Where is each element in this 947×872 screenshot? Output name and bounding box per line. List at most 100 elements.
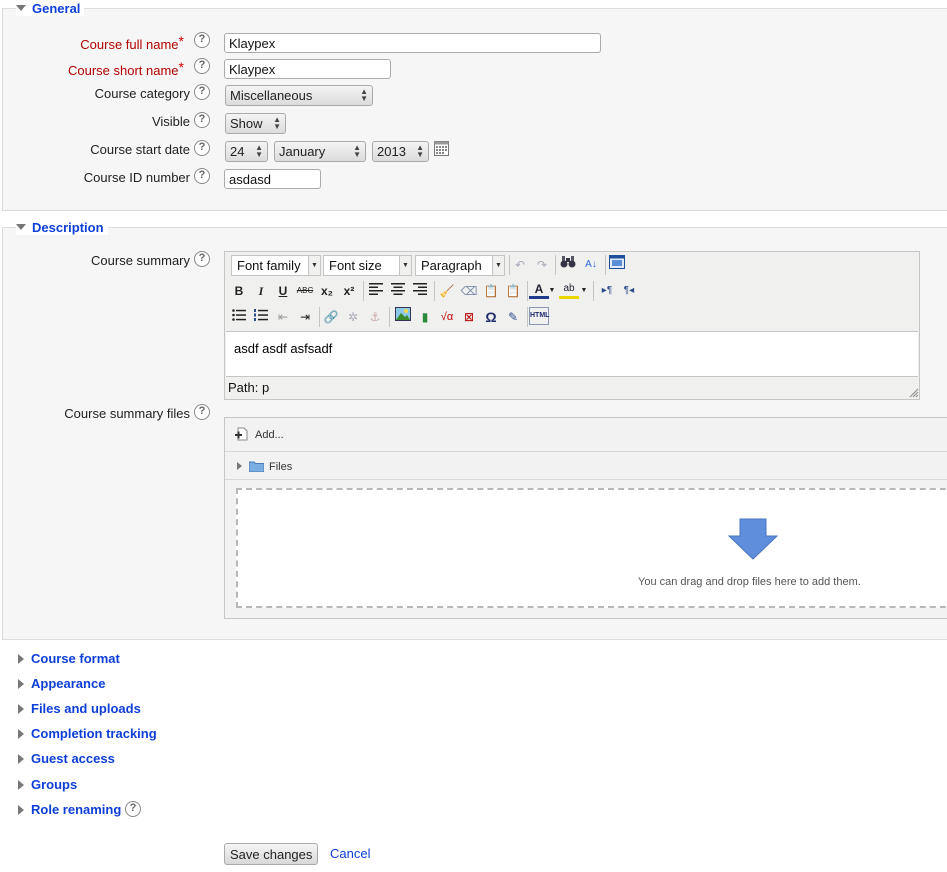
undo-icon[interactable]: ↶: [510, 255, 530, 275]
resize-grip-icon[interactable]: [909, 388, 919, 398]
insert-nolink-icon[interactable]: ⊠: [459, 307, 479, 327]
outdent-icon[interactable]: ⇤: [273, 307, 293, 327]
replace-icon[interactable]: A↓: [581, 255, 601, 275]
anchor-icon[interactable]: ⚓: [365, 307, 385, 327]
help-icon[interactable]: ?: [194, 84, 210, 100]
eraser-icon[interactable]: ⌫: [459, 281, 479, 301]
category-select[interactable]: Miscellaneous ▲ ▼: [225, 85, 373, 106]
toolbar-separator: [434, 281, 435, 301]
help-icon[interactable]: ?: [194, 404, 210, 420]
html-source-button[interactable]: HTML: [529, 307, 549, 325]
startdate-month-value: January: [279, 144, 326, 159]
section-course-format[interactable]: Course format: [31, 651, 120, 666]
idnumber-input[interactable]: [224, 169, 321, 189]
help-icon[interactable]: ?: [194, 251, 210, 267]
align-center-icon[interactable]: [388, 281, 408, 301]
highlight-color-icon[interactable]: ab: [559, 281, 579, 299]
cancel-link[interactable]: Cancel: [330, 846, 370, 861]
startdate-year-select[interactable]: 2013 ▲ ▼: [372, 141, 429, 162]
fullname-label: Course full name*: [80, 33, 184, 52]
align-right-glyph-icon: [413, 283, 427, 295]
help-icon[interactable]: ?: [194, 140, 210, 156]
special-char-icon[interactable]: Ω: [481, 307, 501, 327]
italic-button[interactable]: I: [251, 281, 271, 301]
insert-media-icon[interactable]: ▮: [415, 307, 435, 327]
paste-word-icon[interactable]: 📋: [503, 281, 523, 301]
font-size-dropdown[interactable]: Font size ▼: [323, 255, 412, 276]
redo-icon[interactable]: ↷: [532, 255, 552, 275]
updown-arrow-icon: ▲ ▼: [273, 115, 281, 131]
binoculars-icon: [560, 256, 576, 268]
save-changes-button[interactable]: Save changes: [224, 843, 319, 865]
file-drop-zone[interactable]: You can drag and drop files here to add …: [236, 488, 947, 608]
section-guest-access[interactable]: Guest access: [31, 751, 115, 766]
visible-select[interactable]: Show ▲ ▼: [225, 113, 286, 134]
help-icon[interactable]: ?: [125, 801, 141, 817]
chevron-down-icon: ▼: [308, 256, 320, 275]
general-legend[interactable]: General: [16, 1, 85, 16]
help-icon[interactable]: ?: [194, 168, 210, 184]
idnumber-label: Course ID number: [83, 170, 190, 185]
help-icon[interactable]: ?: [194, 112, 210, 128]
startdate-day-select[interactable]: 24 ▲ ▼: [225, 141, 268, 162]
shortname-input[interactable]: [224, 59, 391, 79]
fullname-input[interactable]: [224, 33, 601, 53]
calendar-icon[interactable]: [434, 140, 449, 156]
section-files-and-uploads[interactable]: Files and uploads: [31, 701, 141, 716]
insert-equation-icon[interactable]: √α: [437, 307, 457, 327]
bullet-list-icon[interactable]: [229, 307, 249, 327]
updown-arrow-icon: ▲ ▼: [353, 143, 361, 159]
section-completion-tracking[interactable]: Completion tracking: [31, 726, 157, 741]
unlink-icon[interactable]: ✲: [343, 307, 363, 327]
font-family-dropdown[interactable]: Font family ▼: [231, 255, 321, 276]
updown-arrow-icon: ▲ ▼: [416, 143, 424, 159]
section-groups[interactable]: Groups: [31, 777, 77, 792]
chevron-down-icon: ▼: [492, 256, 504, 275]
category-select-value: Miscellaneous: [230, 88, 313, 103]
editor-content-area[interactable]: asdf asdf asfsadf: [226, 331, 918, 377]
rtl-icon[interactable]: ¶◂: [619, 281, 639, 301]
description-legend[interactable]: Description: [16, 220, 108, 235]
indent-icon[interactable]: ⇥: [295, 307, 315, 327]
link-icon[interactable]: 🔗: [321, 307, 341, 327]
align-right-icon[interactable]: [410, 281, 430, 301]
ltr-icon[interactable]: ▸¶: [597, 281, 617, 301]
collapse-down-icon: [16, 224, 26, 230]
shortname-label: Course short name*: [68, 59, 184, 78]
add-file-button[interactable]: Add...: [235, 427, 284, 441]
section-role-renaming[interactable]: Role renaming: [31, 802, 121, 817]
text-color-icon[interactable]: A: [529, 281, 549, 299]
help-icon[interactable]: ?: [194, 58, 210, 74]
clean-up-icon[interactable]: 🧹: [437, 281, 457, 301]
chevron-down-icon[interactable]: ▼: [547, 281, 557, 301]
files-folder-node[interactable]: Files: [237, 460, 292, 473]
spellcheck-icon[interactable]: ✎: [503, 307, 523, 327]
startdate-month-select[interactable]: January ▲ ▼: [274, 141, 366, 162]
align-left-glyph-icon: [369, 283, 383, 295]
fullscreen-icon[interactable]: [607, 255, 627, 275]
paste-text-icon[interactable]: 📋: [481, 281, 501, 301]
expand-right-icon: [18, 654, 24, 664]
drop-arrow-icon: [728, 518, 778, 560]
paragraph-dropdown[interactable]: Paragraph ▼: [415, 255, 505, 276]
subscript-button[interactable]: x₂: [317, 281, 337, 301]
align-left-icon[interactable]: [366, 281, 386, 301]
find-icon[interactable]: [558, 255, 578, 275]
paragraph-dropdown-label: Paragraph: [421, 258, 482, 273]
numbers-glyph-icon: [254, 309, 268, 321]
insert-image-icon[interactable]: [393, 307, 413, 327]
numbered-list-icon[interactable]: [251, 307, 271, 327]
chevron-down-icon[interactable]: ▼: [579, 281, 589, 301]
visible-label: Visible: [151, 114, 190, 129]
underline-button[interactable]: U: [273, 281, 293, 301]
section-appearance[interactable]: Appearance: [31, 676, 105, 691]
category-label: Course category: [94, 86, 190, 101]
updown-arrow-icon: ▲ ▼: [360, 87, 368, 103]
superscript-button[interactable]: x²: [339, 281, 359, 301]
drop-zone-text: You can drag and drop files here to add …: [638, 576, 861, 588]
toolbar-separator: [389, 307, 390, 327]
strikethrough-button[interactable]: ABC: [295, 281, 315, 301]
expand-right-icon: [18, 754, 24, 764]
help-icon[interactable]: ?: [194, 32, 210, 48]
bold-button[interactable]: B: [229, 281, 249, 301]
